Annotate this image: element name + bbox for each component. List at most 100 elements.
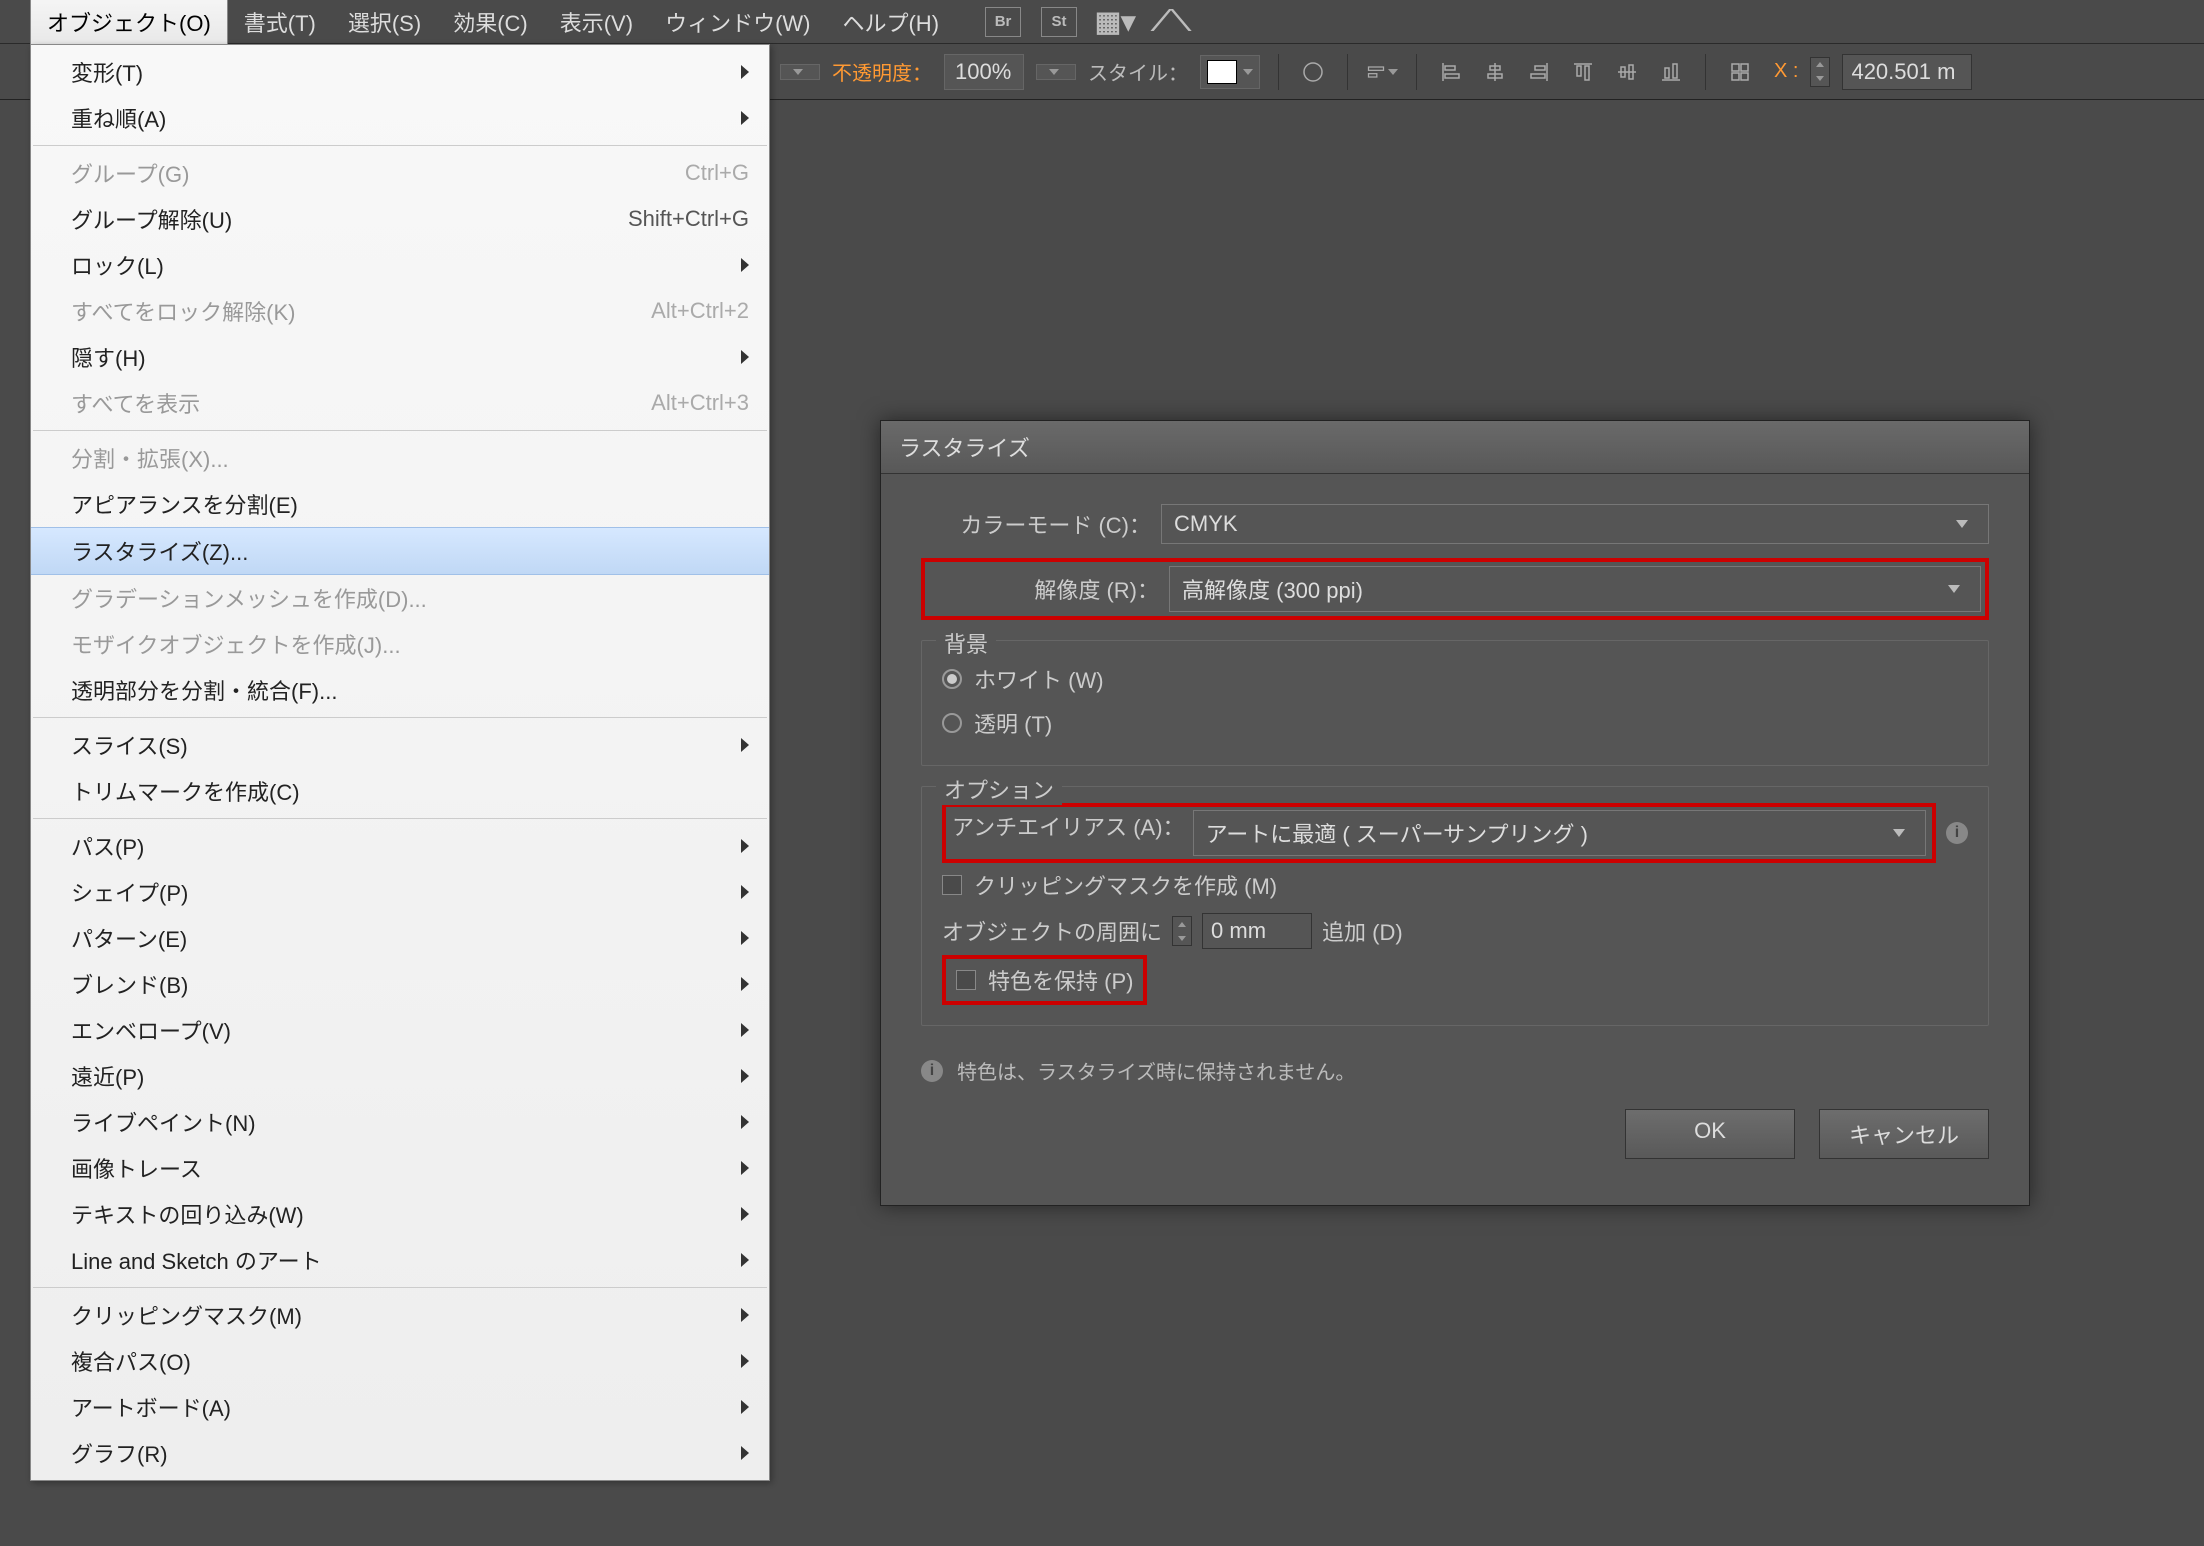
submenu-arrow-icon xyxy=(741,1207,749,1221)
align-left-icon[interactable] xyxy=(1435,56,1467,88)
style-label: スタイル： xyxy=(1088,57,1188,86)
menu-item-label: 複合パス(O) xyxy=(71,1345,191,1377)
menubar-item-select[interactable]: 選択(S) xyxy=(332,0,437,46)
bg-white-radio[interactable]: ホワイト (W) xyxy=(942,657,1968,701)
menu-item[interactable]: クリッピングマスク(M) xyxy=(31,1292,769,1338)
align-hcenter-icon[interactable] xyxy=(1479,56,1511,88)
menu-item[interactable]: トリムマークを作成(C) xyxy=(31,768,769,814)
bg-transparent-radio[interactable]: 透明 (T) xyxy=(942,701,1968,745)
menu-separator xyxy=(33,1287,767,1288)
clip-checkbox-row[interactable]: クリッピングマスクを作成 (M) xyxy=(942,863,1968,907)
menu-item[interactable]: 遠近(P) xyxy=(31,1053,769,1099)
menu-item-label: グラフ(R) xyxy=(71,1437,168,1469)
style-swatch[interactable] xyxy=(1200,55,1260,89)
menu-item-label: パターン(E) xyxy=(71,922,187,954)
menu-item: グラデーションメッシュを作成(D)... xyxy=(31,575,769,621)
menu-item[interactable]: アピアランスを分割(E) xyxy=(31,481,769,527)
x-field[interactable]: 420.501 m xyxy=(1842,54,1972,90)
antialias-dropdown[interactable]: アートに最適 ( スーパーサンプリング ) xyxy=(1193,810,1926,856)
resolution-dropdown[interactable]: 高解像度 (300 ppi) xyxy=(1169,566,1981,612)
menu-item[interactable]: Line and Sketch のアート xyxy=(31,1237,769,1283)
bridge-icon[interactable]: Br xyxy=(985,7,1021,37)
around-field[interactable]: 0 mm xyxy=(1202,913,1312,949)
menubar-item-help[interactable]: ヘルプ(H) xyxy=(826,0,955,46)
menu-item-label: ラスタライズ(Z)... xyxy=(71,535,248,567)
menu-item[interactable]: シェイプ(P) xyxy=(31,869,769,915)
menu-item-label: すべてを表示 xyxy=(71,387,200,419)
menu-item[interactable]: アートボード(A) xyxy=(31,1384,769,1430)
menu-item[interactable]: 画像トレース xyxy=(31,1145,769,1191)
align-bottom-icon[interactable] xyxy=(1655,56,1687,88)
menu-item-label: テキストの回り込み(W) xyxy=(71,1198,304,1230)
menu-item[interactable]: スライス(S) xyxy=(31,722,769,768)
align-vcenter-icon[interactable] xyxy=(1611,56,1643,88)
align-panel-icon[interactable] xyxy=(1366,56,1398,88)
menu-item-label: すべてをロック解除(K) xyxy=(71,295,295,327)
menu-item-label: Line and Sketch のアート xyxy=(71,1244,322,1276)
submenu-arrow-icon xyxy=(741,65,749,79)
menu-item[interactable]: 複合パス(O) xyxy=(31,1338,769,1384)
menu-item[interactable]: 変形(T) xyxy=(31,49,769,95)
menu-item[interactable]: グラフ(R) xyxy=(31,1430,769,1476)
menu-item: 分割・拡張(X)... xyxy=(31,435,769,481)
menu-item-label: アピアランスを分割(E) xyxy=(71,488,298,520)
menu-item: グループ(G)Ctrl+G xyxy=(31,150,769,196)
menubar-item-window[interactable]: ウィンドウ(W) xyxy=(649,0,826,46)
antialias-row-highlight: アンチエイリアス (A)： アートに最適 ( スーパーサンプリング ) xyxy=(942,803,1936,863)
cancel-button[interactable]: キャンセル xyxy=(1819,1109,1989,1159)
menu-item[interactable]: 重ね順(A) xyxy=(31,95,769,141)
menu-item[interactable]: ロック(L) xyxy=(31,242,769,288)
align-top-icon[interactable] xyxy=(1567,56,1599,88)
menu-item: すべてをロック解除(K)Alt+Ctrl+2 xyxy=(31,288,769,334)
menubar-item-object[interactable]: オブジェクト(O) xyxy=(30,0,228,47)
x-stepper[interactable] xyxy=(1810,57,1830,87)
menu-item[interactable]: グループ解除(U)Shift+Ctrl+G xyxy=(31,196,769,242)
around-stepper[interactable] xyxy=(1172,916,1192,946)
menu-item[interactable]: 透明部分を分割・統合(F)... xyxy=(31,667,769,713)
opacity-dropdown[interactable] xyxy=(1036,64,1076,80)
menu-separator xyxy=(33,430,767,431)
menu-item-label: 隠す(H) xyxy=(71,341,146,373)
colormode-dropdown[interactable]: CMYK xyxy=(1161,504,1989,544)
menu-item[interactable]: ブレンド(B) xyxy=(31,961,769,1007)
menu-item-label: 画像トレース xyxy=(71,1152,202,1184)
menu-item[interactable]: ライブペイント(N) xyxy=(31,1099,769,1145)
ok-button[interactable]: OK xyxy=(1625,1109,1795,1159)
submenu-arrow-icon xyxy=(741,1253,749,1267)
arrange-docs-icon[interactable]: ▦▾ xyxy=(1097,7,1133,37)
resolution-row-highlight: 解像度 (R)： 高解像度 (300 ppi) xyxy=(921,558,1989,620)
submenu-arrow-icon xyxy=(741,1354,749,1368)
x-label: X : xyxy=(1774,60,1798,83)
spot-checkbox-row[interactable]: 特色を保持 (P) xyxy=(952,962,1137,998)
stroke-dropdown[interactable] xyxy=(780,64,820,80)
info-icon: i xyxy=(921,1060,943,1082)
menu-item[interactable]: ラスタライズ(Z)... xyxy=(31,527,769,575)
menu-item[interactable]: パス(P) xyxy=(31,823,769,869)
submenu-arrow-icon xyxy=(741,839,749,853)
recolor-icon[interactable] xyxy=(1297,56,1329,88)
menu-item-label: ブレンド(B) xyxy=(71,968,188,1000)
menu-item[interactable]: 隠す(H) xyxy=(31,334,769,380)
info-icon[interactable]: i xyxy=(1946,822,1968,844)
rasterize-dialog: ラスタライズ カラーモード (C)： CMYK 解像度 (R)： 高解像度 (3… xyxy=(880,420,2030,1206)
menu-item[interactable]: テキストの回り込み(W) xyxy=(31,1191,769,1237)
menu-item[interactable]: パターン(E) xyxy=(31,915,769,961)
antialias-label: アンチエイリアス (A)： xyxy=(952,810,1185,856)
radio-icon xyxy=(942,713,962,733)
menubar-item-effect[interactable]: 効果(C) xyxy=(437,0,544,46)
menu-item[interactable]: エンベロープ(V) xyxy=(31,1007,769,1053)
opacity-field[interactable]: 100% xyxy=(944,54,1024,90)
menubar-item-type[interactable]: 書式(T) xyxy=(228,0,332,46)
gpu-icon[interactable]: ⟋⟍ xyxy=(1153,7,1189,37)
info-text: 特色は、ラスタライズ時に保持されません。 xyxy=(957,1056,1355,1085)
submenu-arrow-icon xyxy=(741,885,749,899)
stock-icon[interactable]: St xyxy=(1041,7,1077,37)
menu-item-shortcut: Alt+Ctrl+3 xyxy=(651,390,749,416)
menubar-app-icons: Br St ▦▾ ⟋⟍ xyxy=(985,7,1189,37)
spot-color-highlight: 特色を保持 (P) xyxy=(942,955,1147,1005)
menubar-item-view[interactable]: 表示(V) xyxy=(544,0,649,46)
menu-item-label: トリムマークを作成(C) xyxy=(71,775,300,807)
align-right-icon[interactable] xyxy=(1523,56,1555,88)
transform-panel-icon[interactable] xyxy=(1724,56,1756,88)
menu-item: モザイクオブジェクトを作成(J)... xyxy=(31,621,769,667)
